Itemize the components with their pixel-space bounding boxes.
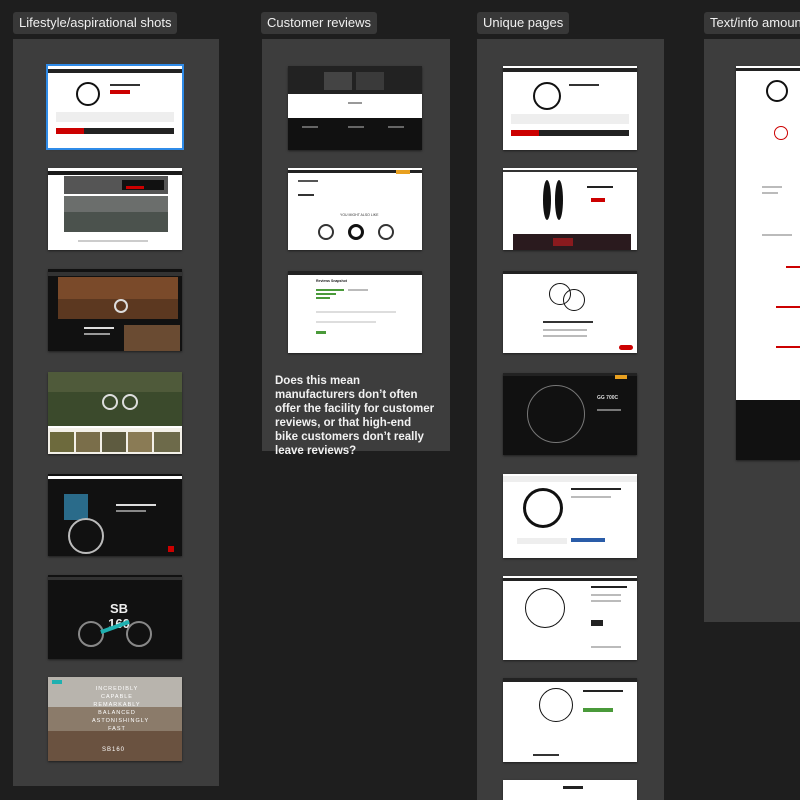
thumbnail-lifestyle-3[interactable] bbox=[48, 269, 182, 351]
thumbnail-unique-2[interactable] bbox=[503, 168, 637, 250]
also-like-heading: YOU MIGHT ALSO LIKE bbox=[340, 213, 379, 217]
column-label-customer-reviews[interactable]: Customer reviews bbox=[261, 12, 378, 34]
thumbnail-text-info-1[interactable] bbox=[736, 66, 800, 460]
incredibly-text: INCREDIBLY CAPABLE REMARKABLY BALANCED A… bbox=[92, 686, 150, 732]
thumbnail-lifestyle-7[interactable]: INCREDIBLY CAPABLE REMARKABLY BALANCED A… bbox=[48, 677, 182, 761]
column-label-lifestyle[interactable]: Lifestyle/aspirational shots bbox=[13, 12, 178, 34]
thumbnail-lifestyle-4[interactable] bbox=[48, 372, 182, 454]
thumbnail-unique-7[interactable] bbox=[503, 678, 637, 762]
thumbnail-unique-8[interactable] bbox=[503, 780, 637, 800]
thumbnail-unique-1[interactable] bbox=[503, 66, 637, 150]
sb160-mark: SB160 bbox=[102, 747, 126, 753]
column-label-text-info[interactable]: Text/info amount bbox=[704, 12, 800, 34]
thumbnail-lifestyle-6[interactable]: SB 160 bbox=[48, 575, 182, 659]
thumbnail-review-3[interactable]: Reviews Snapshot bbox=[288, 271, 422, 353]
thumbnail-unique-4[interactable]: GG 700C bbox=[503, 373, 637, 455]
thumbnail-lifestyle-1[interactable] bbox=[46, 64, 184, 150]
thumbnail-unique-3[interactable] bbox=[503, 271, 637, 353]
thumbnail-lifestyle-2[interactable] bbox=[48, 168, 182, 250]
thumbnail-unique-6[interactable] bbox=[503, 576, 637, 660]
thumbnail-review-1[interactable] bbox=[288, 66, 422, 150]
column-label-unique-pages[interactable]: Unique pages bbox=[477, 12, 570, 34]
thumbnail-unique-5[interactable] bbox=[503, 474, 637, 558]
thumbnail-review-2[interactable]: YOU MIGHT ALSO LIKE bbox=[288, 168, 422, 250]
question-note[interactable]: Does this mean manufacturers don’t often… bbox=[275, 374, 435, 458]
thumbnail-lifestyle-5[interactable] bbox=[48, 474, 182, 556]
reviews-snapshot-heading: Reviews Snapshot bbox=[316, 279, 347, 283]
gg-700c-title: GG 700C bbox=[597, 395, 619, 401]
